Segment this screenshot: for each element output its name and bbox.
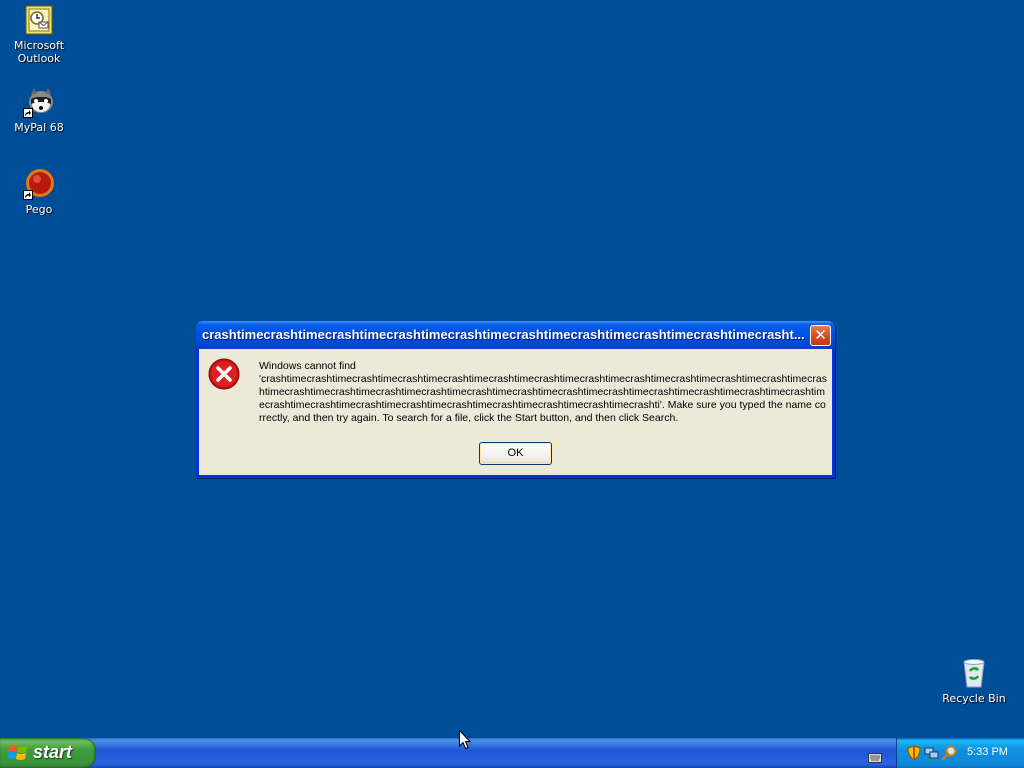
raccoon-browser-icon — [23, 86, 55, 118]
error-icon — [208, 358, 240, 390]
desktop-icon-label: MyPal 68 — [14, 121, 64, 134]
security-shield-icon[interactable] — [906, 745, 922, 761]
desktop-icon-outlook[interactable]: Microsoft Outlook — [1, 4, 77, 65]
start-label: start — [33, 742, 73, 762]
desktop-icon-label: Microsoft Outlook — [13, 39, 65, 65]
outlook-icon — [23, 4, 55, 36]
dialog-titlebar[interactable]: crashtimecrashtimecrashtimecrashtimecras… — [196, 321, 835, 349]
message-intro: Windows cannot find — [259, 360, 356, 372]
message-body: 'crashtimecrashtimecrashtimecrashtimecra… — [259, 373, 827, 424]
start-button[interactable]: start — [0, 738, 96, 768]
desktop-icon-pego[interactable]: Pego — [1, 168, 77, 216]
taskbar: start 5:33 PM — [0, 738, 1024, 768]
clock[interactable]: 5:33 PM — [967, 746, 1008, 758]
keyboard-icon[interactable] — [868, 748, 882, 763]
dialog-body: Windows cannot find 'crashtimecrashtimec… — [199, 349, 832, 475]
system-tray: 5:33 PM — [896, 738, 1024, 768]
windows-logo-icon — [7, 744, 28, 762]
mouse-pointer-icon — [459, 729, 472, 750]
dialog-message: Windows cannot find 'crashtimecrashtimec… — [259, 360, 829, 425]
desktop: Microsoft Outlook MyPal 68 Pego Recycle … — [0, 0, 1024, 738]
dialog-title: crashtimecrashtimecrashtimecrashtimecras… — [202, 327, 805, 342]
error-dialog: crashtimecrashtimecrashtimecrashtimecras… — [196, 321, 835, 478]
ok-button[interactable]: OK — [479, 442, 552, 465]
network-icon[interactable] — [924, 745, 940, 761]
shortcut-arrow-icon — [23, 108, 33, 118]
recycle-bin-icon — [958, 657, 990, 689]
shortcut-arrow-icon — [23, 190, 33, 200]
close-button[interactable]: ✕ — [810, 325, 831, 346]
desktop-icon-mypal[interactable]: MyPal 68 — [1, 86, 77, 134]
search-icon[interactable] — [941, 745, 958, 761]
desktop-icon-label: Pego — [25, 203, 53, 216]
desktop-icon-label: Recycle Bin — [942, 692, 1006, 705]
desktop-icon-recycle-bin[interactable]: Recycle Bin — [936, 657, 1012, 705]
pego-icon — [23, 168, 55, 200]
